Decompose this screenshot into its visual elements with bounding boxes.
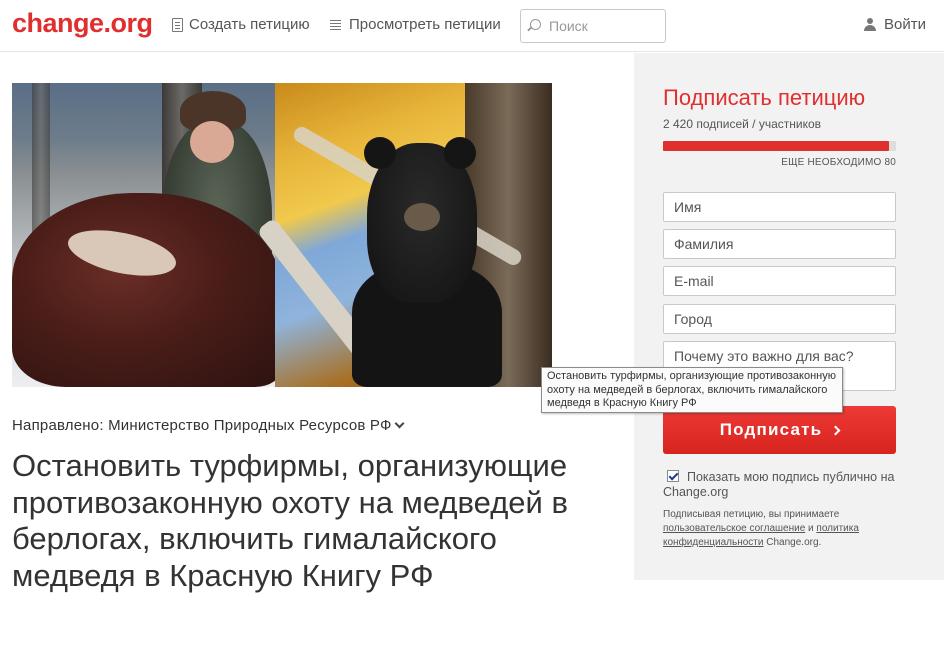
signature-count: 2 420 подписей / участников	[663, 117, 822, 131]
first-name-field[interactable]	[663, 192, 896, 222]
sign-button[interactable]: Подписать	[663, 406, 896, 454]
sign-button-label: Подписать	[719, 420, 823, 439]
hunter-face	[190, 121, 234, 163]
login-link[interactable]: Войти	[864, 16, 926, 33]
login-label: Войти	[884, 16, 926, 33]
bear-snout	[404, 203, 440, 231]
site-header: change.org Создать петицию Просмотреть п…	[0, 0, 944, 52]
nav-create-label: Создать петицию	[189, 16, 310, 33]
email-field[interactable]	[663, 266, 896, 296]
terms-suffix: Change.org.	[766, 537, 822, 548]
sign-petition-heading: Подписать петицию	[663, 85, 866, 110]
signatures-needed: ЕЩЕ НЕОБХОДИМО 80	[781, 157, 896, 168]
search-box[interactable]	[520, 9, 666, 43]
nav-browse-petitions[interactable]: Просмотреть петиции	[329, 16, 501, 33]
user-agreement-link[interactable]: пользовательское соглашение	[663, 523, 805, 534]
addressed-label: Направлено:	[12, 417, 104, 434]
change-org-logo[interactable]: change.org	[12, 8, 153, 39]
chevron-down-icon	[394, 418, 405, 429]
nav-browse-label: Просмотреть петиции	[349, 16, 501, 33]
sign-sidebar: Подписать петицию 2 420 подписей / участ…	[634, 53, 944, 580]
signature-progress-bar	[663, 141, 896, 151]
nav-create-petition[interactable]: Создать петицию	[172, 16, 310, 33]
progress-fill	[663, 141, 889, 151]
search-input[interactable]	[549, 16, 659, 36]
user-icon	[864, 18, 877, 31]
petition-title: Остановить турфирмы, организующие против…	[12, 448, 568, 593]
bear-ear	[444, 137, 476, 169]
bear-ear	[364, 137, 396, 169]
public-signature-label: Показать мою подпись публично на Change.…	[663, 470, 895, 499]
terms-notice: Подписывая петицию, вы принимаете пользо…	[663, 508, 903, 550]
last-name-field[interactable]	[663, 229, 896, 259]
terms-prefix: Подписывая петицию, вы принимаете	[663, 509, 840, 520]
terms-and: и	[808, 523, 814, 534]
public-signature-option[interactable]: Показать мою подпись публично на Change.…	[663, 469, 903, 500]
chevron-right-icon	[830, 425, 841, 435]
image-tooltip: Остановить турфирмы, организующие против…	[541, 367, 843, 413]
document-icon	[172, 17, 183, 32]
city-field[interactable]	[663, 304, 896, 334]
list-icon	[329, 18, 343, 32]
photo-hunter-with-bear	[12, 83, 282, 387]
brown-bear-figure	[12, 193, 282, 387]
petition-target[interactable]: Направлено: Министерство Природных Ресур…	[12, 417, 405, 434]
addressed-to: Министерство Природных Ресурсов РФ	[108, 417, 392, 434]
search-icon	[530, 19, 541, 30]
public-signature-checkbox[interactable]	[667, 470, 679, 482]
petition-image	[12, 83, 552, 387]
